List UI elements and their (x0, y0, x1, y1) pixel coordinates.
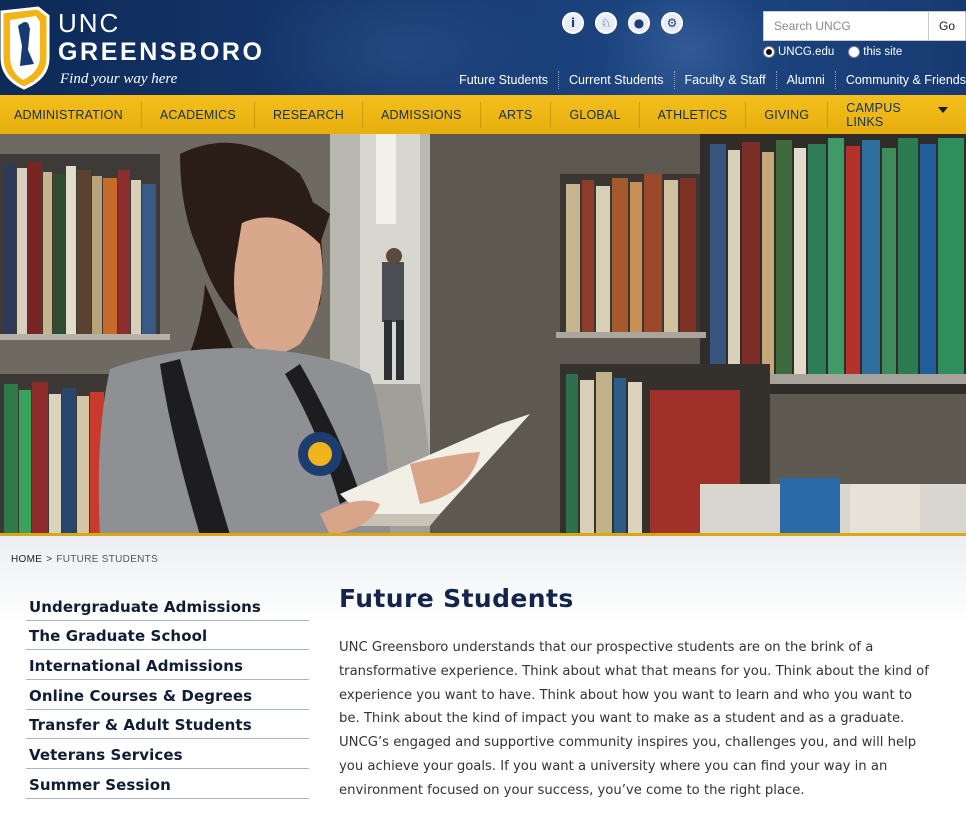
caret-down-icon[interactable] (938, 106, 948, 113)
radio-unchecked-icon[interactable] (848, 46, 861, 58)
scope-label-site: this site (863, 46, 903, 58)
nav-item-global[interactable]: GLOBAL (551, 95, 638, 134)
audience-link-community-friends[interactable]: Community & Friends (836, 73, 966, 87)
bird-icon[interactable]: ♘ (595, 12, 617, 34)
audience-link-current-students[interactable]: Current Students (559, 73, 674, 87)
nav-item-admissions[interactable]: ADMISSIONS (363, 95, 480, 134)
intro-paragraph: UNC Greensboro understands that our pros… (339, 640, 929, 798)
nav-item-administration[interactable]: ADMINISTRATION (0, 95, 141, 134)
radio-checked-icon[interactable] (763, 46, 775, 58)
nav-item-athletics[interactable]: ATHLETICS (640, 95, 746, 134)
main-nav: ADMINISTRATION ACADEMICS RESEARCH ADMISS… (0, 95, 966, 134)
audience-link-alumni[interactable]: Alumni (777, 73, 835, 87)
audience-link-future-students[interactable]: Future Students (449, 73, 558, 87)
sidebar-item-undergraduate-admissions[interactable]: Undergraduate Admissions (26, 591, 309, 621)
sidebar-item-online-courses[interactable]: Online Courses & Degrees (26, 680, 309, 710)
sidebar-item-summer-session[interactable]: Summer Session (26, 769, 309, 799)
logo-greensboro-text[interactable]: GREENSBORO (58, 38, 265, 66)
sidebar-nav: Undergraduate Admissions The Graduate Sc… (26, 591, 309, 799)
nav-item-academics[interactable]: ACADEMICS (142, 95, 254, 134)
nav-item-research[interactable]: RESEARCH (255, 95, 362, 134)
utility-icon-bar: i ♘ ● ⚙ (562, 12, 683, 34)
sidebar-item-graduate-school[interactable]: The Graduate School (26, 621, 309, 651)
breadcrumb-separator: > (46, 554, 53, 565)
sidebar-item-veterans-services[interactable]: Veterans Services (26, 739, 309, 770)
search-input[interactable] (763, 11, 929, 41)
nav-item-arts[interactable]: ARTS (481, 95, 551, 134)
nav-item-campus-links[interactable]: CAMPUS LINKS (828, 95, 966, 134)
logo-unc-text[interactable]: UNC (58, 9, 120, 37)
search-scope: UNCG.edu this site (763, 46, 902, 58)
audience-link-faculty-staff[interactable]: Faculty & Staff (675, 73, 776, 87)
breadcrumb-home-link[interactable]: HOME (11, 554, 42, 565)
logo-tagline: Find your way here (60, 71, 178, 87)
gear-icon[interactable]: ⚙ (661, 12, 683, 34)
breadcrumb-current: FUTURE STUDENTS (56, 554, 159, 565)
nav-item-giving[interactable]: GIVING (746, 95, 827, 134)
user-icon[interactable]: ● (628, 12, 650, 34)
audience-nav: Future Students Current Students Faculty… (449, 71, 966, 89)
scope-option-site[interactable]: this site (848, 46, 902, 58)
hero-image (0, 134, 966, 535)
info-icon[interactable]: i (562, 12, 584, 34)
scope-label-uncg: UNCG.edu (778, 46, 835, 58)
site-header: UNC GREENSBORO Find your way here i ♘ ● … (0, 0, 966, 95)
sidebar-item-transfer-adult[interactable]: Transfer & Adult Students (26, 710, 309, 740)
scope-option-uncg[interactable]: UNCG.edu (763, 46, 834, 58)
search-go-button[interactable]: Go (928, 11, 966, 41)
sidebar-item-international-admissions[interactable]: International Admissions (26, 650, 309, 681)
breadcrumb: HOME > FUTURE STUDENTS (11, 554, 158, 565)
page-title: Future Students (339, 584, 574, 613)
library-photo (0, 134, 966, 535)
nav-item-campus-links-label: CAMPUS LINKS (846, 100, 901, 129)
spartan-shield-logo-icon[interactable] (0, 6, 50, 90)
